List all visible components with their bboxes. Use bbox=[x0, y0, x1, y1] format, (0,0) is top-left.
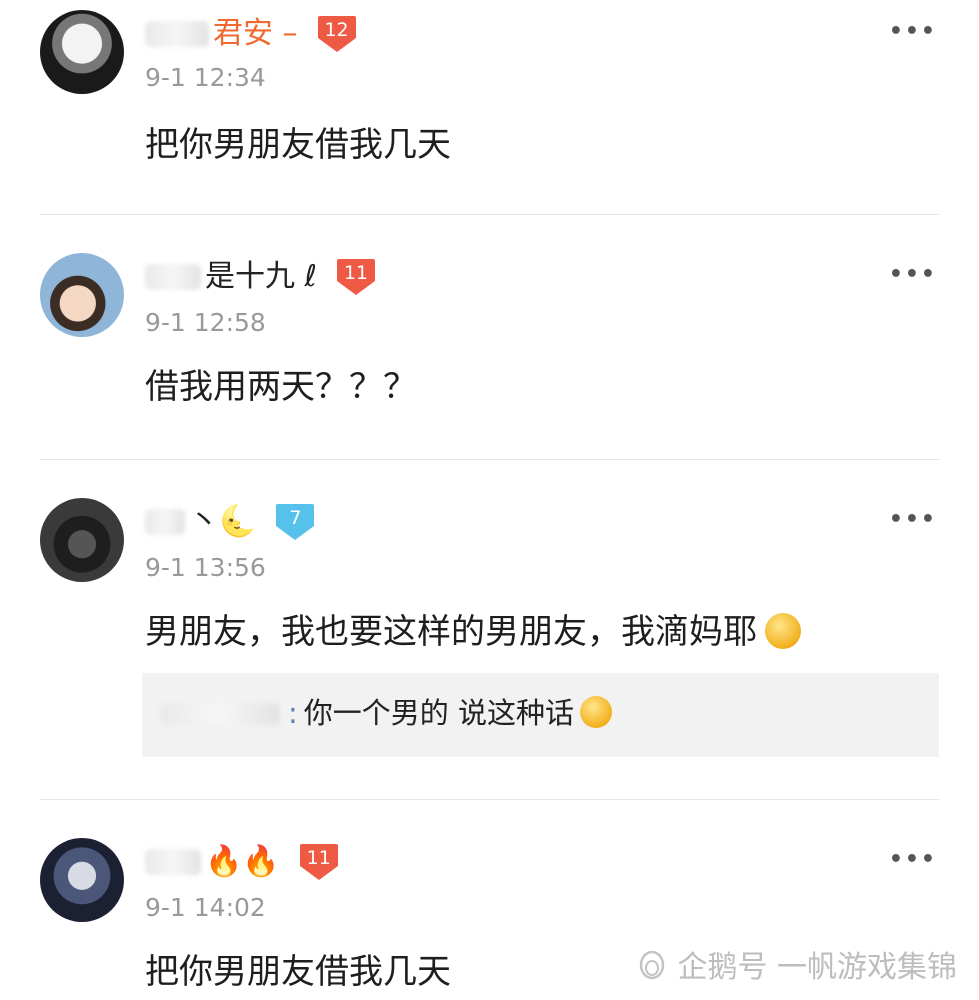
comment-text-row: 男朋友，我也要这样的男朋友，我滴妈耶 bbox=[145, 610, 801, 654]
level-badge: 12 bbox=[316, 14, 358, 54]
comment-item: 君安 – 12 9-1 12:34 ••• 把你男朋友借我几天 bbox=[0, 0, 979, 215]
sick-face-icon bbox=[765, 613, 801, 649]
watermark: 企鹅号 一帆游戏集锦 bbox=[637, 942, 957, 986]
level-number: 11 bbox=[343, 262, 369, 284]
username-row: 君安 – 12 bbox=[145, 12, 358, 56]
watermark-text: 企鹅号 一帆游戏集锦 bbox=[677, 950, 957, 985]
level-badge: 7 bbox=[274, 502, 316, 542]
username-row: 丶🌜 7 bbox=[145, 500, 316, 544]
comment-item: 是十九 ℓ 11 9-1 12:58 ••• 借我用两天？？？ bbox=[0, 215, 979, 460]
avatar[interactable] bbox=[40, 253, 124, 337]
comment-text: 把你男朋友借我几天 bbox=[145, 952, 451, 992]
level-badge: 11 bbox=[335, 257, 377, 297]
username[interactable]: 丶🌜 bbox=[189, 502, 256, 542]
comment-time: 9-1 12:58 bbox=[145, 308, 266, 337]
blurred-username-part bbox=[145, 849, 201, 875]
blurred-reply-username bbox=[160, 703, 280, 725]
username-row: 🔥🔥 11 bbox=[145, 840, 340, 884]
avatar[interactable] bbox=[40, 838, 124, 922]
more-options-icon[interactable]: ••• bbox=[889, 509, 937, 531]
reply-preview[interactable]: : 你一个男的 说这种话 bbox=[142, 673, 939, 757]
reply-text: 你一个男的 说这种话 bbox=[303, 696, 574, 730]
avatar[interactable] bbox=[40, 498, 124, 582]
comment-time: 9-1 14:02 bbox=[145, 893, 266, 922]
comment-text: 男朋友，我也要这样的男朋友，我滴妈耶 bbox=[145, 612, 757, 652]
username[interactable]: 君安 – bbox=[213, 14, 298, 54]
comment-time: 9-1 13:56 bbox=[145, 553, 266, 582]
level-badge: 11 bbox=[298, 842, 340, 882]
blurred-username-part bbox=[145, 264, 201, 290]
level-number: 12 bbox=[324, 19, 349, 41]
reply-text-row: : 你一个男的 说这种话 bbox=[160, 693, 612, 733]
comment-text: 把你男朋友借我几天 bbox=[145, 125, 451, 165]
level-number: 7 bbox=[289, 507, 302, 529]
blurred-username-part bbox=[145, 509, 185, 535]
reply-colon: : bbox=[288, 696, 298, 730]
username[interactable]: 🔥🔥 bbox=[205, 842, 280, 882]
level-number: 11 bbox=[306, 847, 331, 869]
blurred-username-part bbox=[145, 21, 209, 47]
more-options-icon[interactable]: ••• bbox=[889, 21, 937, 43]
username[interactable]: 是十九 ℓ bbox=[205, 257, 317, 297]
penguin-icon bbox=[640, 950, 665, 980]
avatar[interactable] bbox=[40, 10, 124, 94]
comment-text: 借我用两天？？？ bbox=[145, 367, 417, 407]
more-options-icon[interactable]: ••• bbox=[889, 264, 937, 286]
comment-time: 9-1 12:34 bbox=[145, 63, 266, 92]
username-row: 是十九 ℓ 11 bbox=[145, 255, 377, 299]
comment-item: 丶🌜 7 9-1 13:56 ••• 男朋友，我也要这样的男朋友，我滴妈耶 :你… bbox=[0, 460, 979, 800]
comment-list: 君安 – 12 9-1 12:34 ••• 把你男朋友借我几天 是十九 ℓ 11… bbox=[0, 0, 979, 1000]
smile-face-icon bbox=[580, 696, 612, 728]
more-options-icon[interactable]: ••• bbox=[889, 849, 937, 871]
